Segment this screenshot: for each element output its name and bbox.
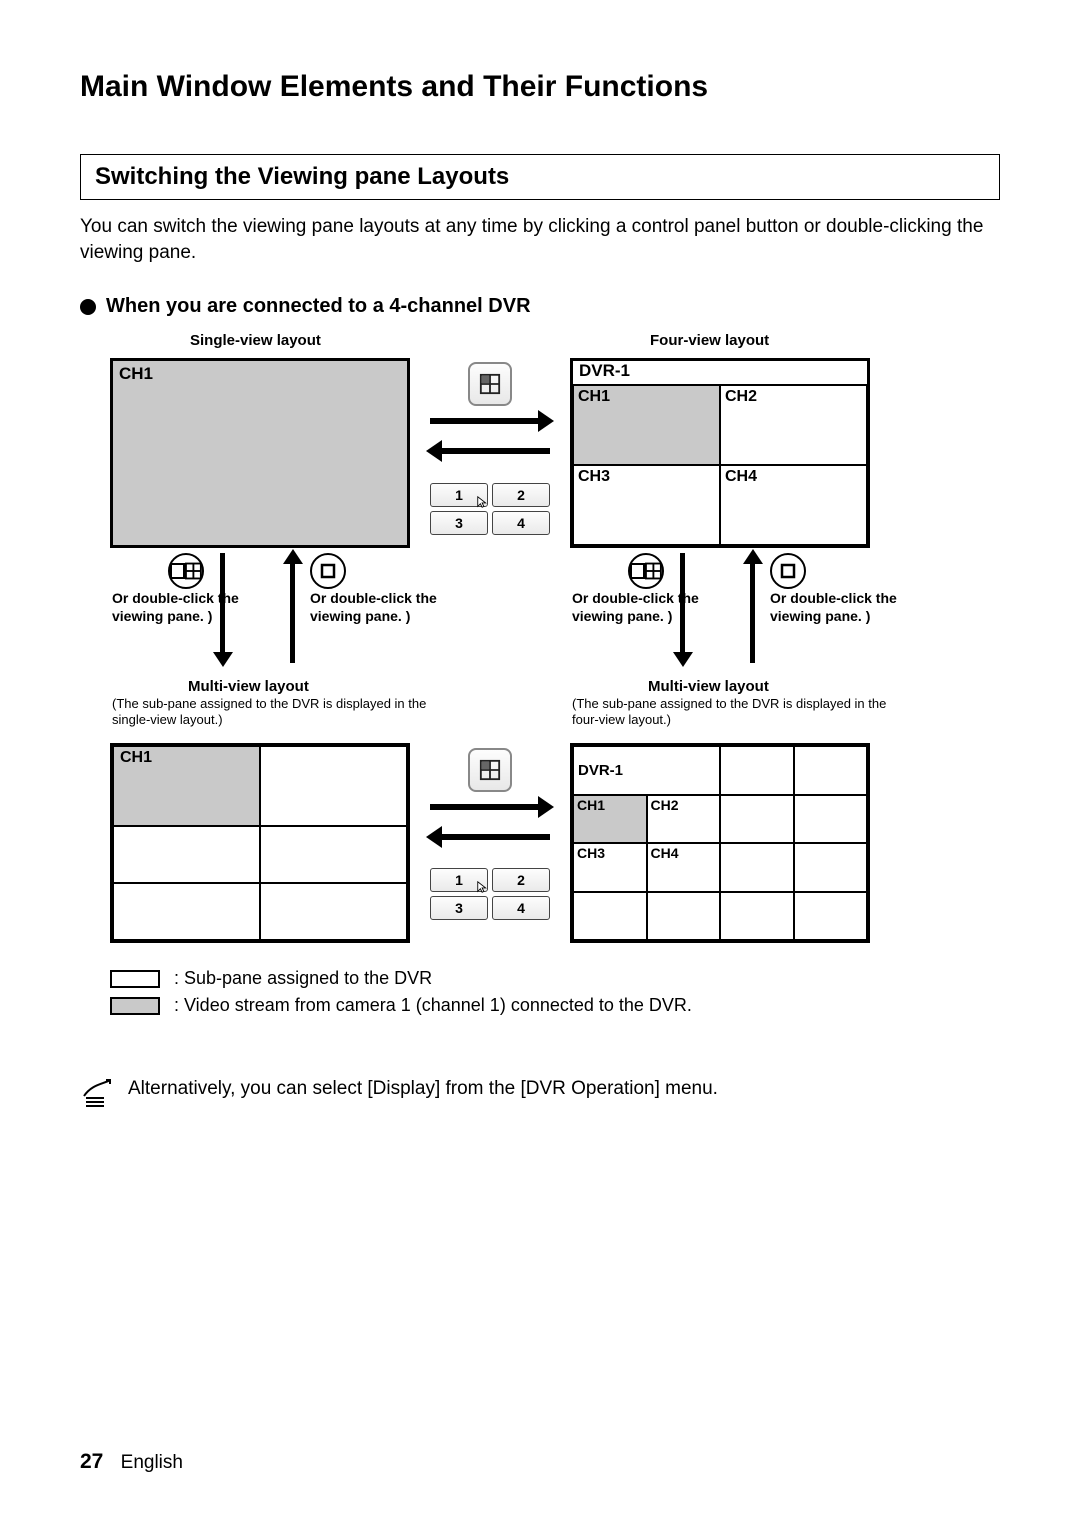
page-title: Main Window Elements and Their Functions xyxy=(80,70,1000,104)
subheading: When you are connected to a 4-channel DV… xyxy=(106,295,531,318)
channel-selector-3[interactable]: 3 xyxy=(430,511,488,535)
singleview-button-right1[interactable] xyxy=(770,553,806,589)
intro-text: You can switch the viewing pane layouts … xyxy=(80,214,1000,265)
bullet-icon xyxy=(80,299,96,315)
channel-selector-4[interactable]: 4 xyxy=(492,511,550,535)
single-view-pane[interactable]: CH1 xyxy=(110,358,410,548)
label-multi-sub-r: (The sub-pane assigned to the DVR is dis… xyxy=(572,696,892,727)
section-heading: Switching the Viewing pane Layouts xyxy=(95,163,985,191)
channel-selector-b4[interactable]: 4 xyxy=(492,896,550,920)
section-heading-box: Switching the Viewing pane Layouts xyxy=(80,154,1000,200)
arrow-up-l1 xyxy=(290,563,295,663)
footer: 27 English xyxy=(80,1450,183,1474)
layout-toggle-button-bottom[interactable] xyxy=(468,748,512,792)
note-text: Alternatively, you can select [Display] … xyxy=(128,1078,718,1100)
legend-swatch-grey xyxy=(110,997,160,1015)
arrow-right-bottom xyxy=(430,804,540,810)
four-view-pane[interactable]: DVR-1 CH1 CH2 CH3 CH4 xyxy=(570,358,870,548)
channel-selector-bottom[interactable]: 1 2 3 4 xyxy=(430,868,550,920)
subheading-row: When you are connected to a 4-channel DV… xyxy=(80,295,1000,318)
cursor-icon xyxy=(476,495,490,509)
label-dblclick-3: Or double-click the viewing pane. ) xyxy=(572,590,702,625)
label-dblclick-4: Or double-click the viewing pane. ) xyxy=(770,590,900,625)
square-icon xyxy=(780,563,796,579)
channel-selector-2[interactable]: 2 xyxy=(492,483,550,507)
label-dblclick-1: Or double-click the viewing pane. ) xyxy=(112,590,242,625)
multi-view-single-pane[interactable]: CH1 xyxy=(110,743,410,943)
multi-view-title: DVR-1 xyxy=(573,746,720,795)
four-view-ch3[interactable]: CH3 xyxy=(573,465,720,545)
page-number: 27 xyxy=(80,1450,103,1473)
note-row: Alternatively, you can select [Display] … xyxy=(80,1078,1000,1108)
cursor-icon xyxy=(476,880,490,894)
singleview-button-left1[interactable] xyxy=(310,553,346,589)
multi-view-ch1[interactable]: CH1 xyxy=(113,746,260,826)
label-multi-view-l: Multi-view layout xyxy=(188,678,309,695)
multi-view-four-pane[interactable]: DVR-1 CH1 CH2 CH3 CH4 xyxy=(570,743,870,943)
multiview-button-right1[interactable] xyxy=(628,553,664,589)
grid-icon xyxy=(645,562,662,580)
multi-view-r-ch1[interactable]: CH1 xyxy=(573,795,647,844)
channel-selector-b2[interactable]: 2 xyxy=(492,868,550,892)
four-view-ch4[interactable]: CH4 xyxy=(720,465,867,545)
footer-lang: English xyxy=(121,1452,183,1473)
legend-text-1: : Sub-pane assigned to the DVR xyxy=(174,968,432,989)
layout-toggle-button-top[interactable] xyxy=(468,362,512,406)
label-multi-view-r: Multi-view layout xyxy=(648,678,769,695)
legend: : Sub-pane assigned to the DVR : Video s… xyxy=(110,968,692,1022)
diagram: Single-view layout Four-view layout CH1 … xyxy=(80,328,1000,1028)
single-view-ch-label: CH1 xyxy=(119,364,401,384)
arrow-left-bottom xyxy=(440,834,550,840)
square-icon xyxy=(320,563,336,579)
four-view-title: DVR-1 xyxy=(573,361,867,385)
four-view-ch2[interactable]: CH2 xyxy=(720,385,867,465)
label-dblclick-2: Or double-click the viewing pane. ) xyxy=(310,590,440,625)
multi-view-r-ch2[interactable]: CH2 xyxy=(647,795,721,844)
multi-view-r-ch3[interactable]: CH3 xyxy=(573,843,647,892)
label-four-view: Four-view layout xyxy=(650,332,769,349)
note-icon xyxy=(80,1078,114,1108)
legend-swatch-white xyxy=(110,970,160,988)
arrow-left-top xyxy=(440,448,550,454)
label-multi-sub-l: (The sub-pane assigned to the DVR is dis… xyxy=(112,696,432,727)
multi-view-r-ch4[interactable]: CH4 xyxy=(647,843,721,892)
channel-selector-b3[interactable]: 3 xyxy=(430,896,488,920)
label-single-view: Single-view layout xyxy=(190,332,321,349)
legend-text-2: : Video stream from camera 1 (channel 1)… xyxy=(174,995,692,1016)
arrow-up-r1 xyxy=(750,563,755,663)
arrow-right-top xyxy=(430,418,540,424)
four-split-icon xyxy=(479,373,501,395)
channel-selector-top[interactable]: 1 2 3 4 xyxy=(430,483,550,535)
four-view-ch1[interactable]: CH1 xyxy=(573,385,720,465)
four-split-icon xyxy=(479,759,501,781)
multiview-button-left1[interactable] xyxy=(168,553,204,589)
grid-icon xyxy=(185,562,202,580)
